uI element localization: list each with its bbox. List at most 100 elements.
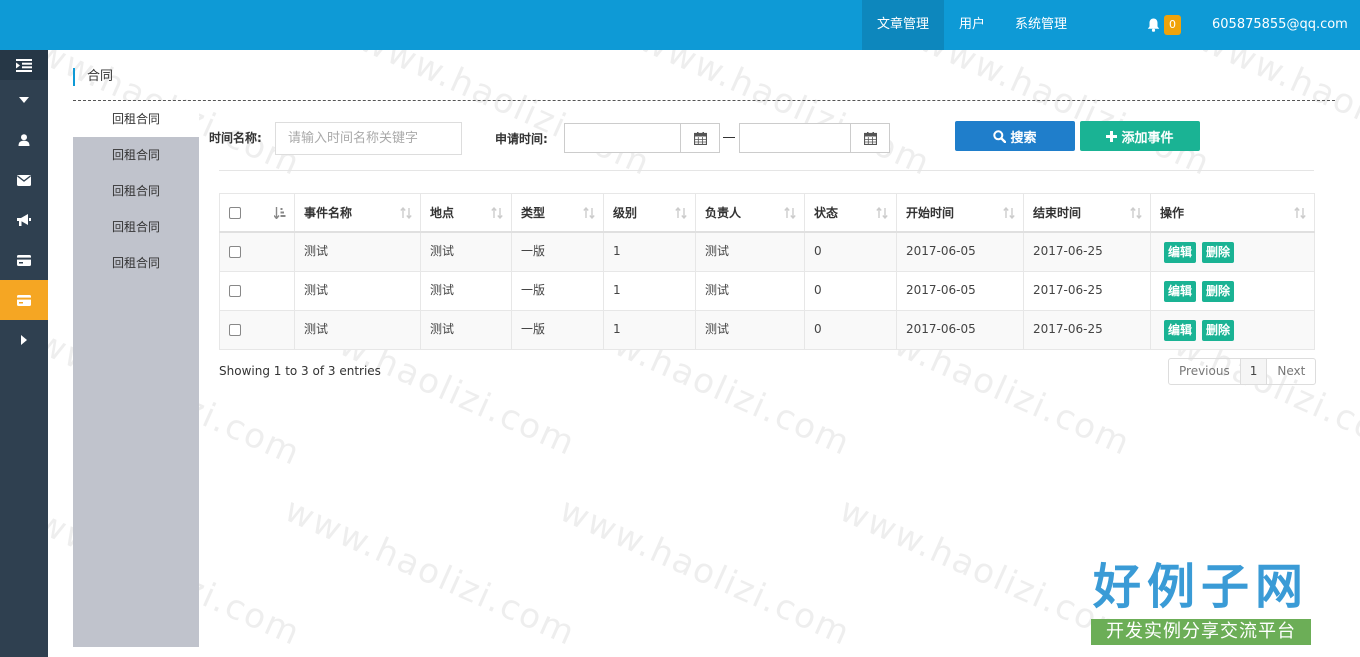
column-header-end-time[interactable]: 结束时间 (1023, 193, 1151, 233)
cell-owner: 测试 (695, 270, 805, 311)
sidebar-item-mail[interactable] (0, 160, 48, 200)
delete-button[interactable]: 删除 (1202, 319, 1235, 341)
nav-users[interactable]: 用户 (944, 0, 1000, 50)
row-checkbox[interactable] (229, 285, 241, 297)
column-header-type[interactable]: 类型 (511, 193, 604, 233)
caret-down-icon (19, 97, 29, 103)
add-event-button[interactable]: 添加事件 (1080, 121, 1200, 151)
submenu-item-lease-contract[interactable]: 回租合同 (73, 209, 199, 245)
cell-event-name: 测试 (294, 309, 421, 350)
event-name-search-input[interactable] (275, 122, 462, 155)
cell-type: 一版 (511, 309, 604, 350)
cell-status: 0 (804, 309, 897, 350)
nav-system-management[interactable]: 系统管理 (1000, 0, 1082, 50)
logo-title: 好例子网 (1092, 559, 1309, 615)
logo-subtitle: 开发实例分享交流平台 (1091, 619, 1311, 645)
submenu-item-lease-contract[interactable]: 回租合同 (73, 245, 199, 281)
nav-article-management[interactable]: 文章管理 (862, 0, 945, 50)
start-date-picker-button[interactable] (680, 124, 719, 152)
cell-start-time: 2017-06-05 (896, 231, 1024, 272)
cell-actions: 编辑 删除 (1150, 270, 1315, 311)
delete-button[interactable]: 删除 (1202, 241, 1235, 263)
sidebar-item-more[interactable] (0, 320, 48, 360)
row-select-cell (219, 231, 295, 272)
table-info: Showing 1 to 3 of 3 entries (219, 364, 381, 378)
watermark-text: www.haolizi.com (278, 490, 582, 655)
calendar-icon (863, 131, 877, 145)
submenu-item-lease-contract[interactable]: 回租合同 (73, 101, 199, 137)
cell-status: 0 (804, 231, 897, 272)
sidebar-item-contract[interactable] (0, 280, 48, 320)
sidebar-item-announcement[interactable] (0, 200, 48, 240)
envelope-icon (17, 174, 31, 186)
sidebar-item-card[interactable] (0, 240, 48, 280)
submenu-item-lease-contract[interactable]: 回租合同 (73, 173, 199, 209)
cell-end-time: 2017-06-25 (1023, 231, 1151, 272)
plus-icon (1106, 130, 1118, 142)
cell-location: 测试 (420, 231, 512, 272)
pagination-previous[interactable]: Previous (1169, 359, 1240, 384)
cell-location: 测试 (420, 309, 512, 350)
sort-both-icon (1294, 207, 1306, 219)
row-select-cell (219, 309, 295, 350)
end-date-picker-button[interactable] (850, 124, 889, 152)
user-menu[interactable]: 605875855@qq.com (1212, 0, 1360, 77)
submenu-item-lease-contract[interactable]: 回租合同 (73, 137, 199, 173)
divider (73, 100, 1335, 101)
apply-date-label: 申请时间: (495, 132, 548, 146)
sort-both-icon (400, 207, 412, 219)
select-all-header[interactable] (219, 193, 295, 233)
notification-count-badge: 0 (1164, 15, 1181, 35)
notifications-button[interactable]: 0 (1147, 15, 1183, 35)
cell-start-time: 2017-06-05 (896, 270, 1024, 311)
select-all-checkbox[interactable] (229, 206, 241, 219)
icon-sidebar (0, 50, 48, 657)
pagination-page-1[interactable]: 1 (1239, 359, 1267, 384)
column-header-location[interactable]: 地点 (420, 193, 512, 233)
pagination-next[interactable]: Next (1266, 359, 1315, 384)
user-email: 605875855@qq.com (1212, 17, 1348, 32)
indent-icon (16, 58, 32, 72)
column-header-event-name[interactable]: 事件名称 (294, 193, 421, 233)
sort-both-icon (491, 207, 503, 219)
edit-button[interactable]: 编辑 (1164, 319, 1197, 341)
table-row: 测试 测试 一版 1 测试 0 2017-06-05 2017-06-25 编辑… (219, 309, 1315, 350)
sort-asc-icon[interactable] (274, 207, 286, 219)
search-button[interactable]: 搜索 (955, 121, 1075, 151)
edit-button[interactable]: 编辑 (1164, 241, 1197, 263)
column-header-level[interactable]: 级别 (603, 193, 696, 233)
cell-start-time: 2017-06-05 (896, 309, 1024, 350)
bell-icon (1147, 18, 1160, 32)
column-header-start-time[interactable]: 开始时间 (896, 193, 1024, 233)
end-date-input[interactable] (739, 123, 890, 153)
cell-location: 测试 (420, 270, 512, 311)
sidebar-toggle[interactable] (0, 50, 48, 80)
edit-button[interactable]: 编辑 (1164, 280, 1197, 302)
cell-level: 1 (603, 309, 696, 350)
column-header-actions[interactable]: 操作 (1150, 193, 1315, 233)
search-button-label: 搜索 (1010, 130, 1037, 146)
credit-card-icon (17, 254, 31, 266)
sidebar-item-user[interactable] (0, 120, 48, 160)
row-checkbox[interactable] (229, 324, 241, 336)
sort-both-icon (784, 207, 796, 219)
sidebar-item-expand[interactable] (0, 80, 48, 120)
table-header-row: 事件名称 地点 类型 级别 负责人 状态 开始时间 结束时间 操作 (219, 193, 1315, 233)
column-header-status[interactable]: 状态 (804, 193, 897, 233)
column-header-owner[interactable]: 负责人 (695, 193, 805, 233)
user-icon (18, 134, 30, 146)
sort-both-icon (1003, 207, 1015, 219)
cell-end-time: 2017-06-25 (1023, 309, 1151, 350)
cell-actions: 编辑 删除 (1150, 309, 1315, 350)
cell-owner: 测试 (695, 231, 805, 272)
delete-button[interactable]: 删除 (1202, 280, 1235, 302)
cell-type: 一版 (511, 270, 604, 311)
site-logo-watermark: 好例子网 开发实例分享交流平台 (1089, 555, 1313, 647)
event-name-label: 时间名称: (209, 131, 262, 145)
watermark-text: www.haolizi.com (553, 490, 857, 655)
table-row: 测试 测试 一版 1 测试 0 2017-06-05 2017-06-25 编辑… (219, 270, 1315, 311)
caret-down-icon (1218, 72, 1226, 77)
top-nav: 文章管理 用户 系统管理 (862, 0, 1082, 50)
row-checkbox[interactable] (229, 246, 241, 258)
start-date-input[interactable] (564, 123, 720, 153)
